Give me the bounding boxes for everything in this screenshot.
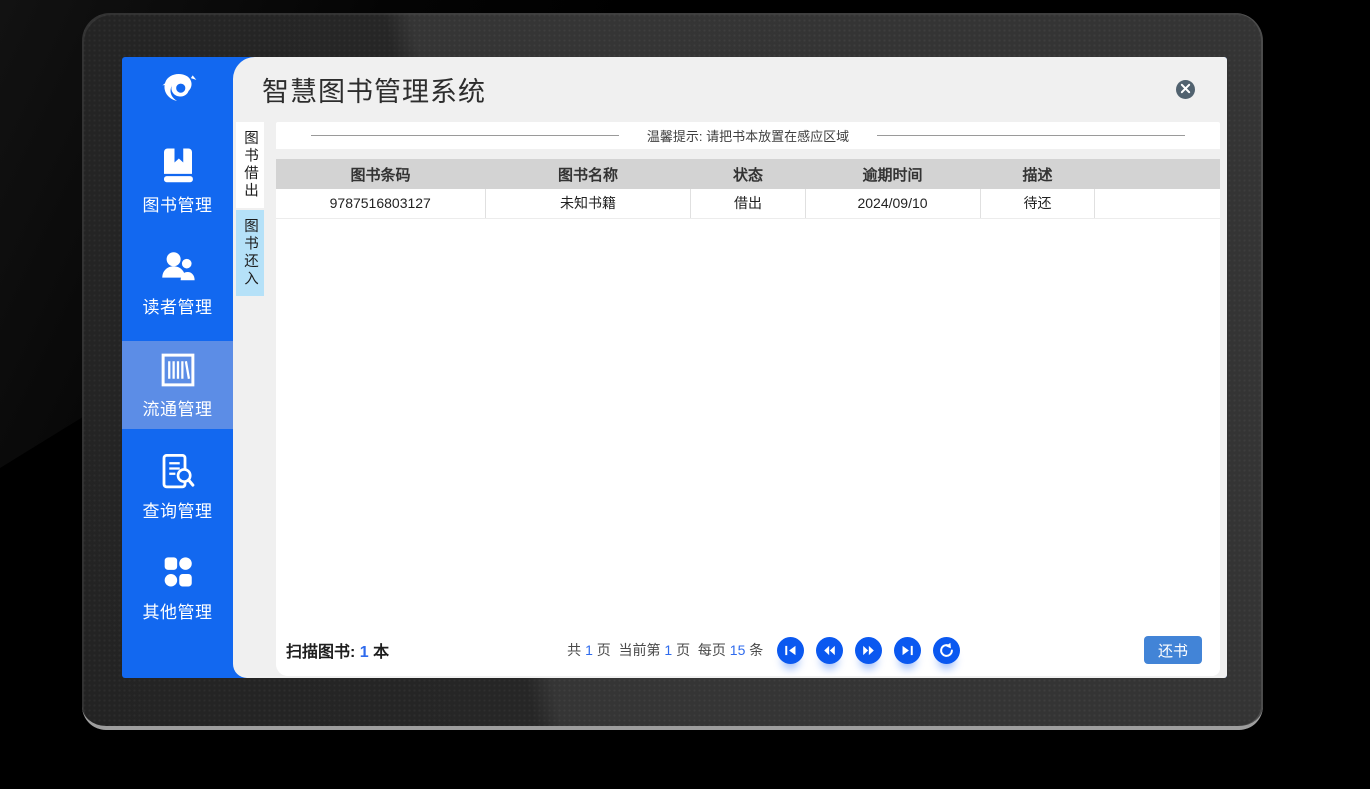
other-grid-icon [158,555,198,593]
prev-page-button[interactable] [816,637,843,664]
pagination-summary: 共 1 页 当前第 1 页 每页 15 条 [567,640,763,660]
scan-count-label: 扫描图书: 1 本 [286,638,389,662]
bottom-bar: 扫描图书: 1 本 共 1 页 当前第 1 页 每页 15 条 [276,628,1220,676]
notice-bar: 温馨提示: 请把书本放置在感应区域 [276,122,1220,149]
divider-band [276,149,1220,159]
next-page-button[interactable] [855,637,882,664]
col-extra [1095,159,1220,189]
last-page-icon [899,642,916,659]
cell-status: 借出 [691,189,805,218]
books-table: 图书条码 图书名称 状态 逾期时间 描述 9787516803127 [276,159,1220,219]
sidebar-item-other[interactable]: 其他管理 [122,545,233,633]
main-area: 智慧图书管理系统 图书借出 图书还入 [233,57,1227,678]
book-icon [157,146,199,186]
sidebar-item-readers[interactable]: 读者管理 [122,239,233,327]
refresh-icon [938,642,955,659]
cell-desc: 待还 [980,189,1095,218]
col-status: 状态 [691,159,805,189]
sidebar-item-books[interactable]: 图书管理 [122,137,233,225]
close-button[interactable] [1176,80,1195,99]
close-icon [1180,82,1191,97]
screen: 图书管理 读者管理 [122,57,1227,678]
app-logo [122,57,233,123]
cell-overdue: 2024/09/10 [805,189,980,218]
notice-line-left [311,135,619,136]
cell-title: 未知书籍 [485,189,691,218]
next-page-icon [860,642,877,659]
readers-icon [157,248,199,288]
sidebar-item-label: 查询管理 [143,497,213,522]
table-row[interactable]: 9787516803127 未知书籍 借出 2024/09/10 待还 [276,189,1220,218]
page-size: 15 [730,642,746,658]
prev-page-icon [821,642,838,659]
swirl-logo-icon [155,68,201,112]
sidebar-item-label: 图书管理 [143,191,213,216]
sidebar-item-label: 流通管理 [143,395,213,420]
cell-extra [1095,189,1220,218]
tab-book-return[interactable]: 图书还入 [236,210,264,296]
scan-count-value: 1 [360,644,369,661]
total-pages: 1 [585,642,593,658]
titlebar: 智慧图书管理系统 [233,57,1227,121]
last-page-button[interactable] [894,637,921,664]
notice-text: 温馨提示: 请把书本放置在感应区域 [647,126,849,145]
sidebar-item-label: 其他管理 [143,598,213,623]
col-title: 图书名称 [485,159,691,189]
pagination-controls [777,637,960,664]
table-empty-area [276,219,1220,629]
col-overdue: 逾期时间 [805,159,980,189]
cell-barcode: 9787516803127 [276,189,485,218]
content: 图书借出 图书还入 温馨提示: 请把书本放置在感应区域 图 [233,121,1227,678]
refresh-button[interactable] [933,637,960,664]
sidebar-item-label: 读者管理 [143,293,213,318]
tablet-frame: 图书管理 读者管理 [82,13,1263,730]
page-title: 智慧图书管理系统 [262,70,486,109]
return-book-button[interactable]: 还书 [1144,636,1202,664]
col-desc: 描述 [980,159,1095,189]
sidebar: 图书管理 读者管理 [122,57,233,678]
circulation-icon [157,350,199,390]
tab-book-lend[interactable]: 图书借出 [236,122,264,208]
col-barcode: 图书条码 [276,159,485,189]
table-header-row: 图书条码 图书名称 状态 逾期时间 描述 [276,159,1220,189]
sidebar-item-circulation[interactable]: 流通管理 [122,341,233,429]
sidebar-item-query[interactable]: 查询管理 [122,443,233,531]
first-page-icon [782,642,799,659]
tab-column: 图书借出 图书还入 [233,121,264,676]
notice-line-right [877,135,1185,136]
current-page: 1 [664,642,672,658]
book-return-panel: 温馨提示: 请把书本放置在感应区域 图书条码 图书名称 状态 逾期时间 [276,122,1220,676]
query-icon [157,452,199,492]
first-page-button[interactable] [777,637,804,664]
